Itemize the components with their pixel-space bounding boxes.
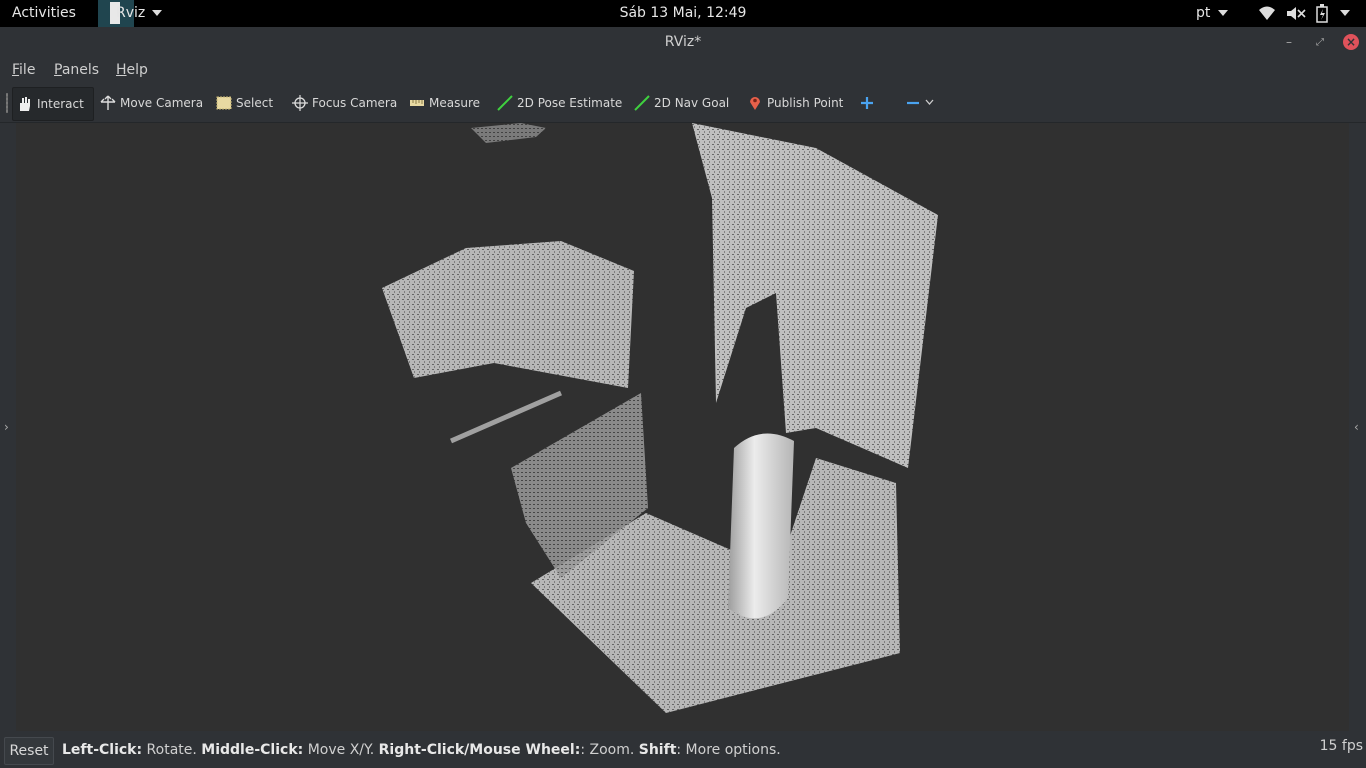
menu-file[interactable]: File <box>12 62 35 78</box>
hint-left-value: Rotate. <box>142 742 202 758</box>
tool-select-label: Select <box>236 96 274 110</box>
status-hint: Left-Click: Rotate. Middle-Click: Move X… <box>62 742 781 758</box>
close-window-button[interactable]: × <box>1343 34 1359 50</box>
language-selector[interactable]: pt <box>1196 5 1210 21</box>
hint-middle-key: Middle-Click: <box>201 742 304 758</box>
green-arrow-icon <box>497 95 513 111</box>
menu-panels[interactable]: Panels <box>54 62 99 78</box>
gnome-top-bar: Activities Rviz Sáb 13 Mai, 12:49 pt <box>0 0 1366 27</box>
selection-box-icon <box>216 96 232 110</box>
remove-tool-button[interactable] <box>906 87 936 119</box>
tool-2d-nav-goal[interactable]: 2D Nav Goal <box>634 87 730 119</box>
point-cloud-render <box>382 123 938 713</box>
tool-select[interactable]: Select <box>216 87 274 119</box>
reset-button[interactable]: Reset <box>4 737 54 765</box>
hint-right-value: : Zoom. <box>580 742 639 758</box>
tool-focus-camera-label: Focus Camera <box>312 96 398 110</box>
language-caret-icon[interactable] <box>1218 10 1228 16</box>
hint-shift-value: : More options. <box>676 742 781 758</box>
tool-2d-nav-goal-label: 2D Nav Goal <box>654 96 730 110</box>
battery-icon[interactable] <box>1316 4 1328 23</box>
system-menu-caret-icon[interactable] <box>1340 10 1350 16</box>
hint-left-key: Left-Click: <box>62 742 143 758</box>
volume-muted-icon[interactable] <box>1286 6 1306 21</box>
left-dock-toggle[interactable]: › <box>0 123 16 731</box>
map-pin-icon <box>750 97 760 110</box>
green-arrow-icon <box>634 95 650 111</box>
ruler-icon <box>410 100 424 106</box>
minimize-icon[interactable]: – <box>1286 27 1292 58</box>
toolbar-grip-handle[interactable] <box>6 93 8 113</box>
clock[interactable]: Sáb 13 Mai, 12:49 <box>0 5 1366 21</box>
tool-move-camera-label: Move Camera <box>120 96 204 110</box>
tool-measure-label: Measure <box>429 96 480 110</box>
tool-interact[interactable]: Interact <box>12 87 94 121</box>
tool-measure[interactable]: Measure <box>409 87 480 119</box>
maximize-icon[interactable]: ⤢ <box>1316 27 1324 58</box>
menu-help[interactable]: Help <box>116 62 148 78</box>
chevron-left-icon[interactable]: ‹ <box>1354 420 1359 434</box>
tool-2d-pose-estimate[interactable]: 2D Pose Estimate <box>497 87 622 119</box>
add-tool-button[interactable] <box>860 87 874 119</box>
plus-icon <box>861 97 873 109</box>
fps-counter: 15 fps <box>1319 738 1363 754</box>
wifi-icon[interactable] <box>1258 6 1276 21</box>
move-arrows-icon <box>100 95 116 110</box>
menu-bar: File Panels Help <box>0 58 1366 83</box>
tool-focus-camera[interactable]: Focus Camera <box>292 87 397 119</box>
minus-icon <box>907 101 919 105</box>
hint-right-key: Right-Click/Mouse Wheel: <box>378 742 581 758</box>
window-titlebar: RViz* – ⤢ × <box>0 27 1366 58</box>
point-cloud-box <box>382 241 634 388</box>
chevron-down-icon <box>925 99 934 105</box>
point-cloud-cylinder <box>728 433 794 619</box>
tool-publish-point-label: Publish Point <box>767 96 844 110</box>
window-title: RViz* <box>664 34 702 50</box>
3d-render-viewport[interactable] <box>16 123 1349 731</box>
tool-2d-pose-estimate-label: 2D Pose Estimate <box>517 96 623 110</box>
hint-shift-key: Shift <box>638 742 677 758</box>
tool-bar: Interact Move Camera Select Focus Camera… <box>0 83 1366 123</box>
tool-move-camera[interactable]: Move Camera <box>100 87 203 119</box>
hint-middle-value: Move X/Y. <box>303 742 379 758</box>
right-dock-toggle[interactable]: ‹ <box>1349 123 1366 731</box>
hand-icon <box>20 97 30 111</box>
point-cloud-wall <box>692 123 938 468</box>
crosshair-icon <box>292 95 308 111</box>
chevron-right-icon[interactable]: › <box>4 420 9 434</box>
tool-publish-point[interactable]: Publish Point <box>748 87 844 119</box>
status-bar: Reset Left-Click: Rotate. Middle-Click: … <box>0 731 1366 768</box>
tool-interact-label: Interact <box>37 97 84 111</box>
